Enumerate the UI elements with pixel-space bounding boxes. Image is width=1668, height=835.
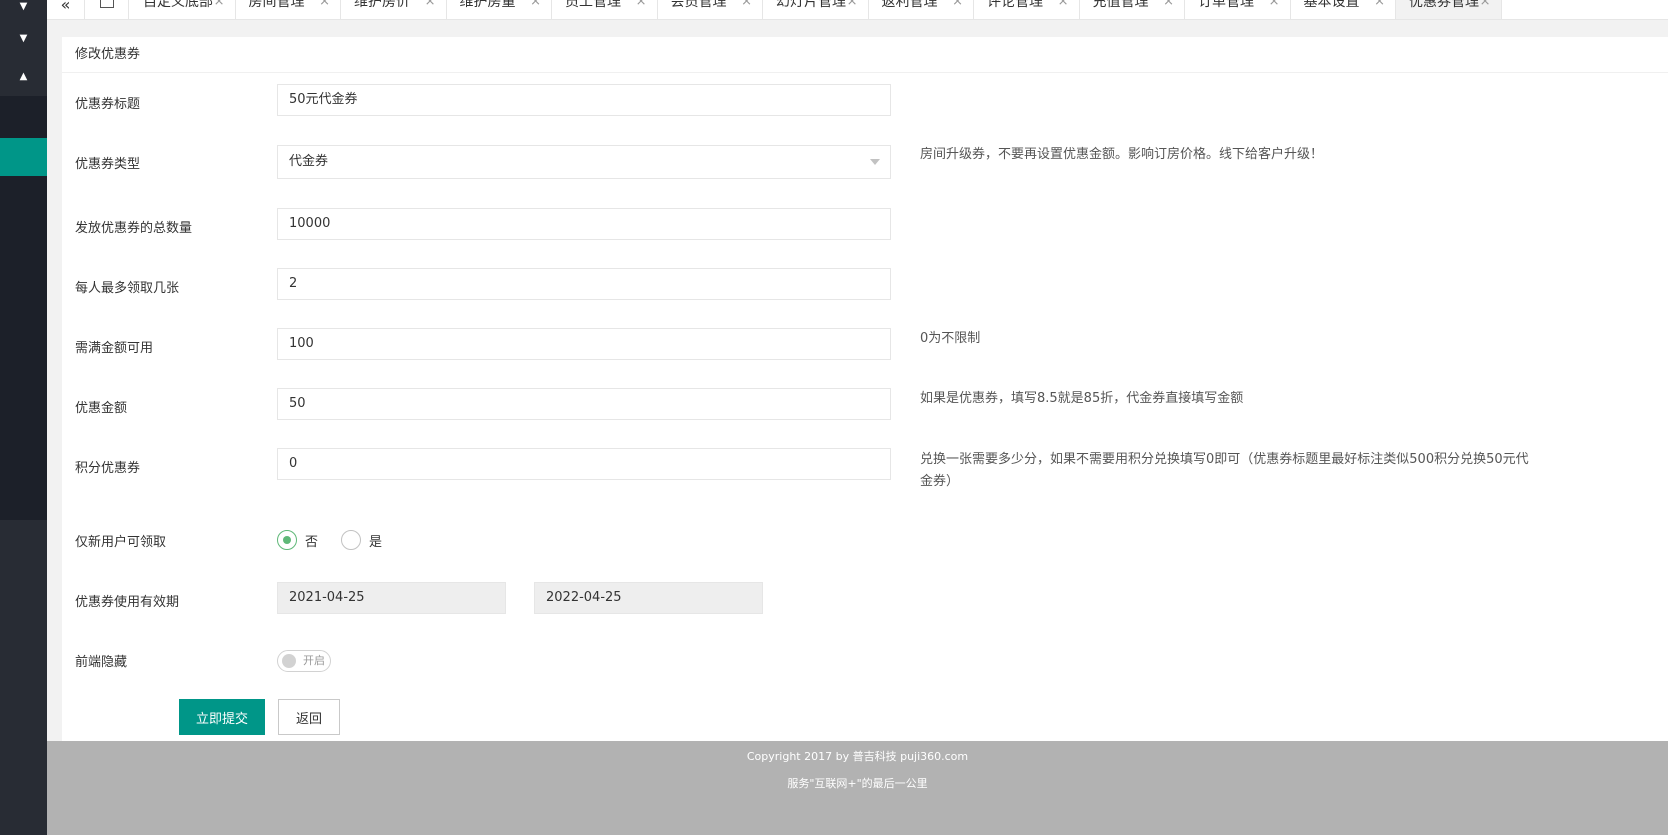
points-coupon-input[interactable]: 0 xyxy=(277,448,891,480)
tab-item[interactable]: 充值管理 × xyxy=(1080,0,1185,19)
discount-amount-hint: 如果是优惠券，填写8.5就是85折，代金券直接填写金额 xyxy=(920,391,1244,406)
tab-item[interactable]: 维护房量 × xyxy=(447,0,552,19)
tab-item[interactable]: 优惠券管理 × xyxy=(1396,0,1502,19)
radio-no[interactable]: 否 xyxy=(277,530,318,550)
tab-label: 自定义底部 xyxy=(143,0,213,10)
tab-label: 评论管理 xyxy=(987,0,1043,10)
validity-start-input[interactable]: 2021-04-25 xyxy=(277,582,506,614)
close-icon[interactable]: × xyxy=(1058,0,1069,8)
total-quantity-label: 发放优惠券的总数量 xyxy=(75,221,193,236)
chevron-down-icon[interactable]: ▼ xyxy=(0,24,47,52)
chevron-up-icon[interactable]: ▲ xyxy=(0,62,47,90)
validity-end-input[interactable]: 2022-04-25 xyxy=(534,582,763,614)
close-icon[interactable]: × xyxy=(319,0,330,8)
chevron-down-icon[interactable]: ▼ xyxy=(0,0,47,20)
tab-label: 返利管理 xyxy=(881,0,938,10)
discount-amount-label: 优惠金额 xyxy=(75,401,128,416)
tab-item[interactable]: 订单管理 × xyxy=(1185,0,1291,19)
tab-label: 维护房价 xyxy=(354,0,410,10)
submit-button[interactable]: 立即提交 xyxy=(179,699,265,735)
coupon-type-value: 代金券 xyxy=(289,154,329,169)
panel-title: 修改优惠券 xyxy=(62,37,1668,73)
footer: Copyright 2017 by 普吉科技 puji360.com 服务"互联… xyxy=(47,741,1668,835)
discount-amount-input[interactable]: 50 xyxy=(277,388,891,420)
tab-item[interactable]: 会员管理 × xyxy=(658,0,763,19)
sidebar-item-active[interactable] xyxy=(0,138,47,176)
tab-label: 优惠券管理 xyxy=(1409,0,1479,10)
tab-label: 员工管理 xyxy=(565,0,621,10)
validity-label: 优惠券使用有效期 xyxy=(75,595,180,610)
close-icon[interactable]: × xyxy=(636,0,647,8)
edit-coupon-panel: 修改优惠券 优惠券标题 50元代金券 优惠券类型 代金券 房间升级券，不要再设置… xyxy=(62,37,1668,741)
radio-unchecked-icon xyxy=(341,530,361,550)
close-icon[interactable]: × xyxy=(1163,0,1174,8)
tab-label: 幻灯片管理 xyxy=(776,0,846,10)
tab-bar: « 自定义底部 × 房间管理 × 维护房价 × 维护房量 × 员工管理 × 会员管理 × 幻灯片管理 × 返… xyxy=(47,0,1668,20)
tab-label: 基本设置 xyxy=(1303,0,1360,10)
tab-item[interactable]: 评论管理 × xyxy=(974,0,1080,19)
close-icon[interactable]: × xyxy=(952,0,963,8)
tab-item[interactable]: 自定义底部 × xyxy=(130,0,236,19)
tab-item[interactable]: 基本设置 × xyxy=(1291,0,1396,19)
close-icon[interactable]: × xyxy=(425,0,436,8)
tab-label: 房间管理 xyxy=(248,0,305,10)
new-user-only-label: 仅新用户可领取 xyxy=(75,535,167,550)
tab-item[interactable]: 员工管理 × xyxy=(552,0,658,19)
min-amount-hint: 0为不限制 xyxy=(920,331,981,346)
tab-item[interactable]: 幻灯片管理 × xyxy=(763,0,869,19)
points-coupon-label: 积分优惠券 xyxy=(75,461,141,476)
footer-slogan: 服务"互联网+"的最后一公里 xyxy=(787,777,928,790)
back-button[interactable]: 返回 xyxy=(278,699,340,735)
close-icon[interactable]: × xyxy=(530,0,541,8)
home-icon[interactable] xyxy=(85,0,129,19)
tab-item[interactable]: 维护房价 × xyxy=(341,0,447,19)
per-person-limit-input[interactable]: 2 xyxy=(277,268,891,300)
radio-no-label: 否 xyxy=(305,534,319,550)
points-coupon-hint: 兑换一张需要多少分，如果不需要用积分兑换填写0即可（优惠券标题里最好标注类似50… xyxy=(920,449,1529,493)
hide-frontend-label: 前端隐藏 xyxy=(75,655,128,670)
close-icon[interactable]: × xyxy=(741,0,752,8)
points-coupon-hint-line1: 兑换一张需要多少分，如果不需要用积分兑换填写0即可（优惠券标题里最好标注类似50… xyxy=(920,452,1529,467)
tabs: 自定义底部 × 房间管理 × 维护房价 × 维护房量 × 员工管理 × 会员管理 × 幻灯片管理 × 返利管… xyxy=(130,0,1502,19)
coupon-title-input[interactable]: 50元代金券 xyxy=(277,84,891,116)
close-icon[interactable]: × xyxy=(847,0,858,8)
close-icon[interactable]: × xyxy=(214,0,225,8)
close-icon[interactable]: × xyxy=(1480,0,1491,8)
tabs-scroll-left-icon[interactable]: « xyxy=(47,0,85,19)
caret-down-icon xyxy=(870,159,880,165)
sidebar: ▼ ▼ ▲ xyxy=(0,0,47,835)
min-amount-label: 需满金额可用 xyxy=(75,341,154,356)
total-quantity-input[interactable]: 10000 xyxy=(277,208,891,240)
coupon-type-select[interactable]: 代金券 xyxy=(277,145,891,179)
footer-copyright: Copyright 2017 by 普吉科技 puji360.com xyxy=(746,750,969,763)
tab-label: 订单管理 xyxy=(1198,0,1254,10)
points-coupon-hint-line2: 金券） xyxy=(920,474,960,489)
coupon-type-hint: 房间升级券，不要再设置优惠金额。影响订房价格。线下给客户升级！ xyxy=(920,147,1324,162)
tab-item[interactable]: 房间管理 × xyxy=(236,0,341,19)
hide-frontend-switch[interactable]: 开启 xyxy=(277,650,331,672)
close-icon[interactable]: × xyxy=(1374,0,1385,8)
per-person-limit-label: 每人最多领取几张 xyxy=(75,281,180,296)
sidebar-lower xyxy=(0,520,47,835)
min-amount-input[interactable]: 100 xyxy=(277,328,891,360)
radio-checked-icon xyxy=(277,530,297,550)
coupon-type-label: 优惠券类型 xyxy=(75,157,141,172)
tab-label: 维护房量 xyxy=(459,0,516,10)
tab-label: 会员管理 xyxy=(670,0,727,10)
radio-yes[interactable]: 是 xyxy=(341,530,382,550)
coupon-title-label: 优惠券标题 xyxy=(75,97,141,112)
tab-item[interactable]: 返利管理 × xyxy=(869,0,974,19)
tab-label: 充值管理 xyxy=(1092,0,1149,10)
radio-yes-label: 是 xyxy=(369,534,383,550)
close-icon[interactable]: × xyxy=(1269,0,1280,8)
